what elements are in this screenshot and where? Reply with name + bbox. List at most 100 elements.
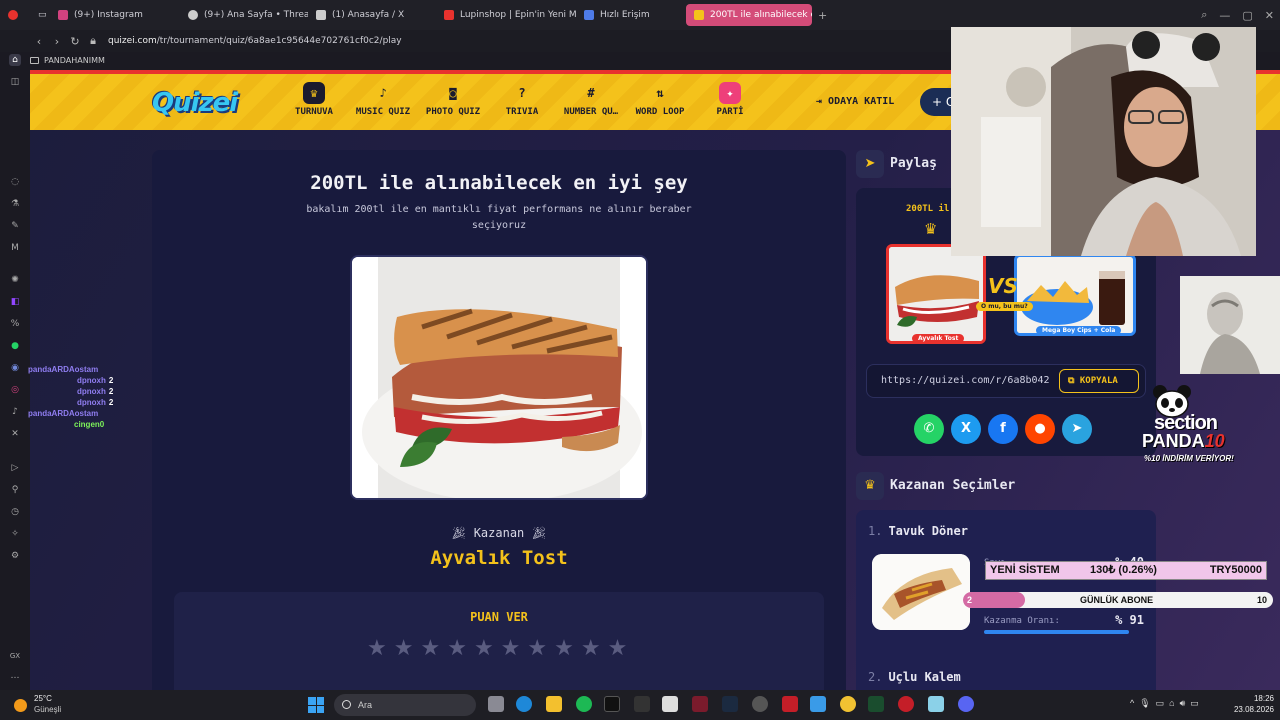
whatsapp-share-icon[interactable]: ✆ — [914, 414, 944, 444]
bookmark-folder[interactable]: PANDAHANIMM — [44, 56, 105, 65]
nav-party[interactable]: ✦ PARTİ — [692, 82, 768, 117]
party-icon: ✦ — [719, 82, 741, 104]
percent-icon[interactable]: % — [9, 318, 21, 330]
epic-games-icon[interactable] — [634, 696, 650, 712]
taskbar-clock[interactable]: 18:26 23.08.2026 — [1224, 693, 1274, 715]
tab-quizei-active[interactable]: 200TL ile alınabilecek en iy — [686, 4, 812, 26]
tab-label: (1) Anasayfa / X — [332, 10, 405, 20]
minimize-icon[interactable]: — — [1213, 9, 1236, 22]
back-icon[interactable]: ‹ — [30, 35, 48, 48]
new-tab-button[interactable]: + — [812, 9, 833, 22]
tab-list-icon[interactable]: ▭ — [30, 4, 50, 26]
telegram-share-icon[interactable]: ➤ — [1062, 414, 1092, 444]
star-icon[interactable]: ★ — [367, 638, 387, 660]
star-icon[interactable]: ★ — [474, 638, 494, 660]
maximize-icon[interactable]: ▢ — [1236, 9, 1258, 22]
star-icon[interactable]: ★ — [501, 638, 521, 660]
tab-x[interactable]: (1) Anasayfa / X — [308, 4, 436, 26]
winner-rank: 2. — [868, 670, 883, 684]
search-tabs-icon[interactable]: ⌕ — [1195, 8, 1213, 22]
system-tray[interactable]: ^ 🎙︎ ▭ ⌂ 🔊︎ ▭ — [1130, 698, 1199, 709]
nav-music-quiz[interactable]: ♪ MUSIC QUIZ — [345, 82, 421, 117]
tab-instagram[interactable]: (9+) Instagram — [50, 4, 180, 26]
valorant-icon[interactable] — [692, 696, 708, 712]
nav-word-loop[interactable]: ⇅ WORD LOOP — [622, 82, 698, 117]
tiktok-taskbar-icon[interactable] — [604, 696, 620, 712]
m-app-icon[interactable]: M — [9, 242, 21, 254]
url-field[interactable]: quizei.com/tr/tournament/quiz/6a8ae1c956… — [108, 36, 402, 46]
taskbar-search[interactable]: Ara — [334, 694, 476, 716]
nav-number-quiz[interactable]: # NUMBER QU… — [553, 82, 629, 117]
notepad-icon[interactable] — [810, 696, 826, 712]
windows-start-icon[interactable] — [308, 697, 324, 713]
star-icon[interactable]: ★ — [581, 638, 601, 660]
portrait-image — [1180, 276, 1280, 374]
crown-icon: ♛ — [924, 220, 938, 238]
win-rate-value: % 91 — [1115, 613, 1144, 627]
gx-icon[interactable]: GX — [9, 650, 21, 662]
reddit-share-icon[interactable]: ● — [1025, 414, 1055, 444]
goal-label: GÜNLÜK ABONE — [1080, 595, 1154, 605]
settings-app-icon[interactable] — [928, 696, 944, 712]
opera-menu-button[interactable] — [0, 4, 30, 26]
chrome-icon[interactable] — [840, 696, 856, 712]
nav-trivia[interactable]: ? TRIVIA — [484, 82, 560, 117]
instagram-sidebar-icon[interactable]: ◎ — [9, 384, 21, 396]
steam-icon[interactable] — [722, 696, 738, 712]
x-sidebar-icon[interactable]: ✕ — [9, 428, 21, 440]
star-icon[interactable]: ★ — [608, 638, 628, 660]
close-window-icon[interactable]: ✕ — [1259, 9, 1280, 22]
extensions-icon[interactable]: ✧ — [9, 528, 21, 540]
chatgpt-icon[interactable]: ✺ — [9, 274, 21, 286]
home-icon[interactable]: ⌂ — [9, 54, 21, 66]
star-icon[interactable]: ★ — [554, 638, 574, 660]
join-room-button[interactable]: ⇥ ODAYA KATIL — [816, 96, 894, 107]
nvidia-icon[interactable] — [868, 696, 884, 712]
spotify-icon[interactable] — [576, 696, 592, 712]
discord-taskbar-icon[interactable] — [958, 696, 974, 712]
star-icon[interactable]: ★ — [394, 638, 414, 660]
pen-icon[interactable]: ✎ — [9, 220, 21, 232]
nav-tournament[interactable]: ♛ TURNUVA — [276, 82, 352, 117]
gamepad-icon[interactable]: ◫ — [9, 76, 21, 88]
share-link-text[interactable]: https://quizei.com/r/6a8b042 — [881, 375, 1059, 386]
player-icon[interactable]: ▷ — [9, 462, 21, 474]
chat-text: 2 — [108, 398, 114, 407]
obs-icon[interactable] — [752, 696, 768, 712]
app-red-icon[interactable] — [782, 696, 798, 712]
discord-icon[interactable]: ◉ — [9, 362, 21, 374]
ticker-left-text: YENİ SİSTEM — [990, 564, 1060, 576]
star-icon[interactable]: ★ — [447, 638, 467, 660]
reload-icon[interactable]: ↻ — [66, 35, 84, 48]
lab-icon[interactable]: ⚗ — [9, 198, 21, 210]
edge-icon[interactable] — [516, 696, 532, 712]
quizei-logo[interactable]: Quizei — [152, 88, 238, 118]
task-view-icon[interactable] — [488, 696, 504, 712]
copy-button[interactable]: ⧉ KOPYALA — [1059, 369, 1139, 393]
chat-username: dpnoxh — [77, 398, 106, 407]
tab-speed-dial[interactable]: Hızlı Erişim — [576, 4, 686, 26]
star-icon[interactable]: ★ — [420, 638, 440, 660]
clock-icon[interactable]: ◷ — [9, 506, 21, 518]
pin-icon[interactable]: ⚲ — [9, 484, 21, 496]
star-icon[interactable]: ★ — [527, 638, 547, 660]
settings-icon[interactable]: ⚙ — [9, 550, 21, 562]
winner-item-title: 1. Tavuk Döner — [868, 524, 968, 538]
tiktok-icon[interactable]: ♪ — [9, 406, 21, 418]
opera-gx-icon[interactable] — [898, 696, 914, 712]
twitch-icon[interactable]: ◧ — [9, 296, 21, 308]
facebook-share-icon[interactable]: f — [988, 414, 1018, 444]
file-explorer-icon[interactable] — [546, 696, 562, 712]
tab-threads[interactable]: (9+) Ana Sayfa • Threads — [180, 4, 308, 26]
x-share-icon[interactable]: X — [951, 414, 981, 444]
star-rating[interactable]: ★ ★ ★ ★ ★ ★ ★ ★ ★ ★ — [367, 638, 627, 660]
more-icon[interactable]: … — [9, 670, 21, 682]
forward-icon[interactable]: › — [48, 35, 66, 48]
nav-photo-quiz[interactable]: ◙ PHOTO QUIZ — [415, 82, 491, 117]
whatsapp-icon[interactable]: ● — [9, 340, 21, 352]
history-icon[interactable]: ◌ — [9, 176, 21, 188]
question-icon: ? — [518, 86, 526, 100]
threads-icon — [188, 10, 198, 20]
tab-lupinshop[interactable]: Lupinshop | Epin'in Yeni Me — [436, 4, 576, 26]
capcut-icon[interactable] — [662, 696, 678, 712]
